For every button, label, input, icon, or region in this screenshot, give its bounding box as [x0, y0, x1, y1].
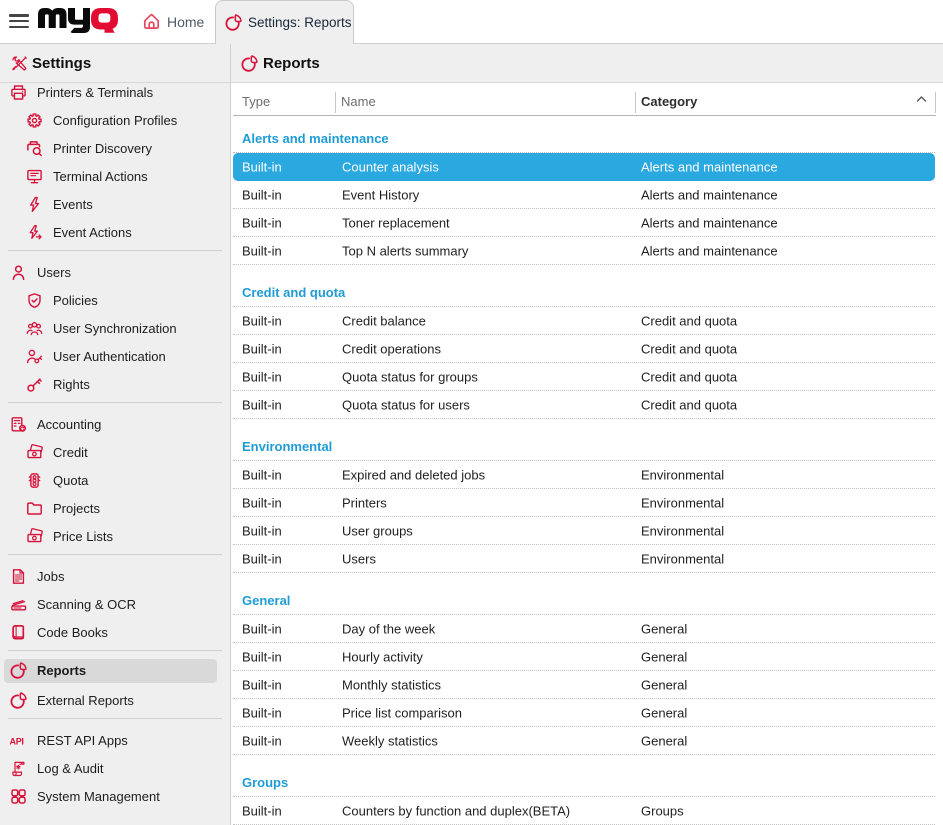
svg-text:API: API	[10, 736, 24, 746]
